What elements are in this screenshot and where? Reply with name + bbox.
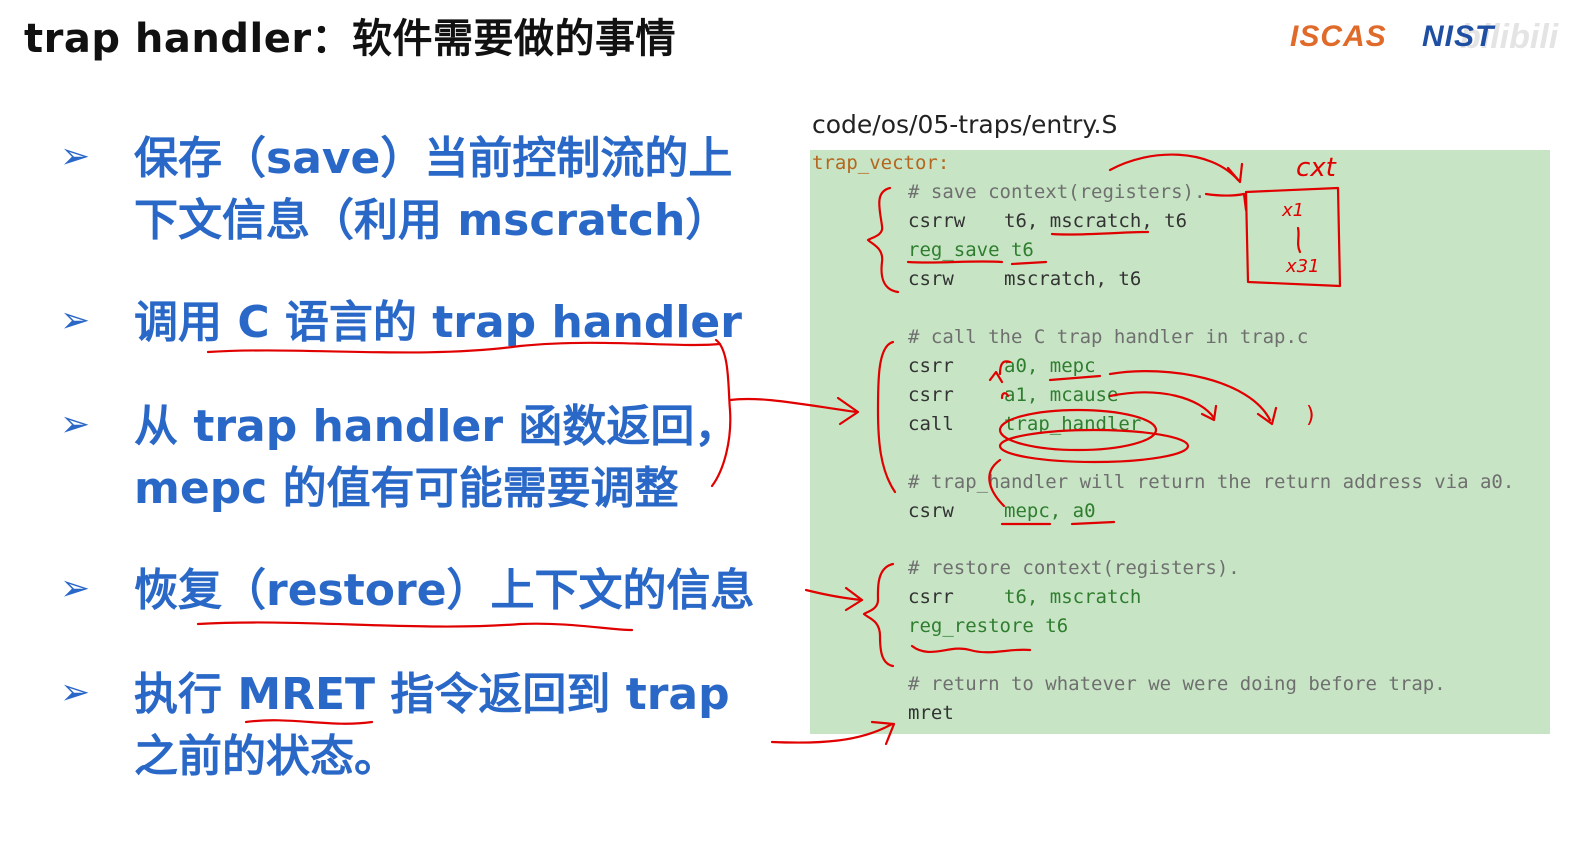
code-opcode: csrr xyxy=(908,355,954,377)
bullet-line: 下文信息（利用 mscratch） xyxy=(134,195,730,246)
bullet-line: 恢复（restore）上下文的信息 xyxy=(134,565,755,616)
code-instruction: mret xyxy=(908,701,1004,725)
code-operands: a0, mepc xyxy=(1004,355,1096,377)
bullet-text: 调用 C 语言的 trap handler xyxy=(134,292,794,354)
code-instruction: csrw mscratch, t6 xyxy=(908,267,1141,291)
code-instruction: csrr a0, mepc xyxy=(908,354,1096,378)
code-opcode: mret xyxy=(908,702,954,724)
code-operands: mscratch, t6 xyxy=(1004,268,1142,290)
bullet-text: 保存（save）当前控制流的上 下文信息（利用 mscratch） xyxy=(134,128,794,252)
code-instruction: csrw mepc, a0 xyxy=(908,499,1096,523)
code-opcode: csrw xyxy=(908,500,954,522)
code-operands: a1, mcause xyxy=(1004,384,1119,406)
bullet-arrow-icon: ➢ xyxy=(60,136,91,177)
logo-area: bilibili ISCAS NIST xyxy=(1290,18,1590,70)
code-macro: reg_restore t6 xyxy=(908,615,1069,637)
code-comment: # trap_handler will return the return ad… xyxy=(908,471,1515,493)
bullet-line: 调用 C 语言的 trap handler xyxy=(134,297,742,348)
code-operands: trap_handler xyxy=(1004,413,1142,435)
code-macro: reg_save t6 xyxy=(908,239,1034,261)
code-operands: mepc, a0 xyxy=(1004,500,1096,522)
code-opcode: csrr xyxy=(908,586,954,608)
bullet-arrow-icon: ➢ xyxy=(60,568,91,609)
bullet-text: 执行 MRET 指令返回到 trap 之前的状态。 xyxy=(134,664,794,788)
code-comment: # restore context(registers). xyxy=(908,557,1240,579)
nist-logo: NIST xyxy=(1422,20,1495,53)
bullet-line: 之前的状态。 xyxy=(134,731,398,782)
code-opcode: call xyxy=(908,413,954,435)
iscas-logo: ISCAS xyxy=(1290,20,1387,53)
code-instruction: call trap_handler xyxy=(908,412,1141,436)
bullet-line: mepc 的值有可能需要调整 xyxy=(134,463,679,514)
bullet-line: 从 trap handler 函数返回， xyxy=(134,401,739,452)
code-file-path: code/os/05-traps/entry.S xyxy=(812,110,1118,139)
bullet-line: 保存（save）当前控制流的上 xyxy=(134,133,733,184)
bullet-arrow-icon: ➢ xyxy=(60,300,91,341)
code-opcode: csrrw xyxy=(908,210,966,232)
bullet-list: ➢ 保存（save）当前控制流的上 下文信息（利用 mscratch） ➢ 调用… xyxy=(60,0,800,854)
code-block: trap_vector: # save context(registers). … xyxy=(810,150,1550,734)
bullet-line: 执行 MRET 指令返回到 trap xyxy=(134,669,730,720)
bullet-arrow-icon: ➢ xyxy=(60,672,91,713)
code-opcode: csrw xyxy=(908,268,954,290)
slide: trap handler：软件需要做的事情 bilibili ISCAS NIS… xyxy=(0,0,1594,854)
code-label: trap_vector: xyxy=(812,152,950,174)
bullet-text: 恢复（restore）上下文的信息 xyxy=(134,560,794,622)
code-comment: # save context(registers). xyxy=(908,181,1206,203)
code-opcode: csrr xyxy=(908,384,954,406)
code-operands: t6, mscratch xyxy=(1004,586,1142,608)
code-comment: # return to whatever we were doing befor… xyxy=(908,673,1446,695)
code-operands: t6, mscratch, t6 xyxy=(1004,210,1188,232)
code-instruction: csrrw t6, mscratch, t6 xyxy=(908,209,1187,233)
code-comment: # call the C trap handler in trap.c xyxy=(908,326,1309,348)
bullet-arrow-icon: ➢ xyxy=(60,404,91,445)
code-instruction: csrr a1, mcause xyxy=(908,383,1118,407)
code-instruction: csrr t6, mscratch xyxy=(908,585,1141,609)
bullet-text: 从 trap handler 函数返回， mepc 的值有可能需要调整 xyxy=(134,396,794,520)
